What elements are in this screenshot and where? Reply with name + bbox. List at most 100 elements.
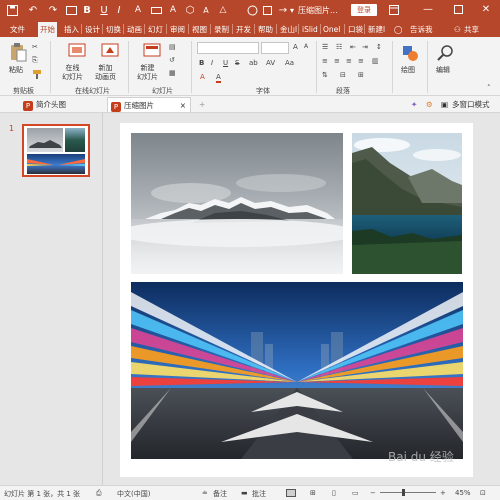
italic-icon[interactable]: I [112,3,126,17]
highlight-button[interactable]: A [200,73,205,81]
numbering-icon[interactable]: ☷ [336,43,342,51]
new-animation-page-icon[interactable] [101,42,119,60]
customize-icon[interactable]: ▾ [285,3,299,17]
new-slide-icon[interactable] [143,42,161,60]
increase-indent-icon[interactable]: ⇥ [362,43,368,51]
doctab-intro-header[interactable]: P 简介头图 [23,97,66,112]
settings-gear-icon[interactable]: ⚙ [426,97,433,112]
tab-islide[interactable]: iSlid [300,22,320,37]
tab-slideshow[interactable]: 幻灯 [146,22,165,37]
triangle-icon[interactable]: △ [216,3,230,17]
justify-icon[interactable]: ≡ [358,57,364,65]
start-from-beginning-icon[interactable] [64,3,78,17]
notes-button[interactable]: 备注 [213,489,227,499]
circle-icon[interactable] [245,3,259,17]
textbox-icon-2[interactable]: A [199,3,213,17]
align-left-icon[interactable]: ≡ [322,57,328,65]
tab-help[interactable]: 帮助 [256,22,275,37]
multi-window-icon[interactable]: ▣ [441,97,448,112]
new-tab-icon[interactable]: + [199,97,205,112]
drawing-button[interactable]: 绘图 [401,65,415,75]
strikethrough-button[interactable]: S [235,59,239,67]
doctab-compress-images[interactable]: P 压缩图片 × [107,97,191,112]
tell-me-search[interactable]: 告诉我 [408,22,435,37]
slide-canvas[interactable] [120,123,473,477]
ribbon-display-icon[interactable] [386,2,402,18]
tab-design[interactable]: 设计 [83,22,102,37]
language-indicator[interactable]: 中文(中国) [117,489,150,499]
multi-window-mode-button[interactable]: 多窗口模式 [452,97,490,112]
zoom-level[interactable]: 45% [455,489,471,497]
smartart-icon[interactable]: ⊞ [358,71,364,79]
undo-icon[interactable]: ↶ [26,3,40,17]
tab-home[interactable]: 开始 [38,22,57,37]
save-icon[interactable] [5,3,19,17]
lightbulb-icon[interactable]: ◯ [392,22,404,37]
mountain-lake-image[interactable] [352,133,462,274]
underline-icon[interactable]: U [97,3,111,17]
square-icon[interactable] [260,3,274,17]
font-size-input[interactable] [261,42,289,54]
close-button[interactable]: ✕ [478,2,494,18]
cut-icon[interactable]: ✂ [32,43,38,51]
change-case-button[interactable]: Aa [285,59,294,67]
comments-button[interactable]: 批注 [252,489,266,499]
layout-icon[interactable]: ▤ [169,43,176,51]
slide-sorter-icon[interactable]: ⊞ [310,489,316,497]
line-spacing-icon[interactable]: ↕ [376,43,382,51]
tab-developer[interactable]: 开发 [234,22,253,37]
paste-icon[interactable] [9,42,27,62]
decrease-font-icon[interactable]: A [304,43,308,50]
bullets-icon[interactable]: ☰ [322,43,328,51]
reading-view-icon[interactable]: ▯ [332,489,336,497]
minimize-button[interactable]: — [420,2,436,18]
font-size-icon[interactable]: A [131,3,145,17]
light-trail-road-image[interactable] [131,282,463,459]
comments-icon[interactable]: ▬ [241,489,248,497]
share-button[interactable]: 共享 [462,22,481,37]
tab-new[interactable]: 新建l [366,22,387,37]
bold-button[interactable]: B [199,59,204,67]
editing-button[interactable]: 编辑 [436,65,450,75]
zoom-in-icon[interactable]: + [440,489,446,497]
search-icon[interactable] [436,44,454,62]
online-slides-button[interactable]: 在线 幻灯片 [62,64,83,82]
notes-icon[interactable]: ≐ [202,489,208,497]
maximize-button[interactable] [450,2,466,18]
slideshow-icon[interactable]: ▭ [352,489,359,497]
tab-transitions[interactable]: 切换 [104,22,123,37]
decrease-indent-icon[interactable]: ⇤ [350,43,356,51]
mountain-mist-image[interactable] [131,133,343,274]
paste-button[interactable]: 粘贴 [9,65,23,75]
fit-to-window-icon[interactable]: ⊡ [480,489,486,497]
normal-view-icon[interactable] [286,489,296,499]
drawing-icon[interactable] [401,44,419,62]
online-slides-icon[interactable] [68,42,86,60]
close-tab-icon[interactable]: × [180,98,186,113]
zoom-slider[interactable] [380,492,436,493]
zoom-slider-thumb[interactable] [402,489,405,496]
tab-review[interactable]: 审阅 [168,22,187,37]
align-right-icon[interactable]: ≡ [346,57,352,65]
font-name-input[interactable] [197,42,259,54]
tab-kingsoft[interactable]: 金山l [278,22,299,37]
tab-animations[interactable]: 动画 [125,22,144,37]
new-animation-page-button[interactable]: 新加 动画页 [95,64,116,82]
collapse-ribbon-icon[interactable]: ˄ [487,84,491,92]
slide-thumbnail[interactable] [22,124,90,177]
tab-pocket[interactable]: 口袋 [346,22,365,37]
tab-file[interactable]: 文件 [8,22,27,37]
hexagon-icon[interactable]: ⬡ [183,3,197,17]
textbox-icon[interactable]: A [166,3,180,17]
zoom-out-icon[interactable]: − [370,489,376,497]
copy-icon[interactable]: ⎘ [32,56,38,65]
add-in-icon[interactable]: ✦ [411,97,417,112]
rectangle-icon[interactable] [149,3,163,17]
align-text-icon[interactable]: ⊟ [340,71,346,79]
login-button[interactable]: 登录 [351,4,377,16]
text-direction-icon[interactable]: ⇅ [322,71,328,79]
char-spacing-button[interactable]: AV [266,59,275,67]
columns-icon[interactable]: ▥ [372,57,379,65]
tab-record[interactable]: 录制 [212,22,231,37]
new-slide-button[interactable]: 新建 幻灯片 [137,64,158,82]
